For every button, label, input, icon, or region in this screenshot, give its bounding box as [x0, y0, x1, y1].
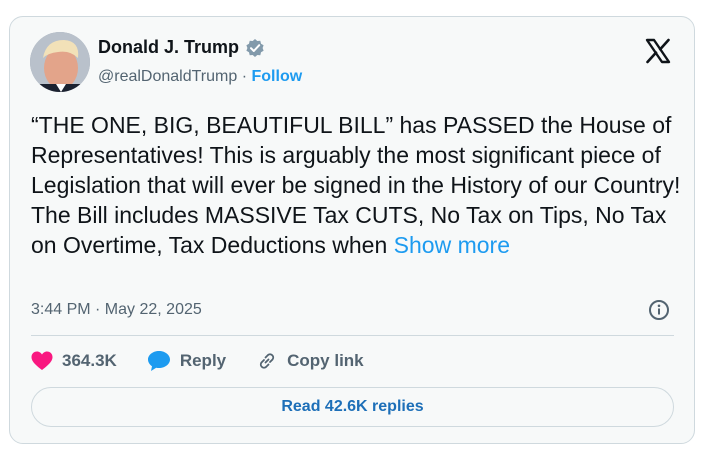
verified-badge-icon — [245, 38, 265, 58]
divider — [31, 335, 674, 336]
info-icon[interactable] — [648, 299, 670, 321]
x-logo-icon[interactable] — [644, 37, 672, 65]
tweet-text: “THE ONE, BIG, BEAUTIFUL BILL” has PASSE… — [31, 110, 681, 260]
author-name[interactable]: Donald J. Trump — [98, 37, 239, 58]
follow-button[interactable]: Follow — [252, 68, 303, 85]
reply-button[interactable]: Reply — [147, 350, 226, 372]
reply-label: Reply — [179, 351, 227, 370]
copy-link-label: Copy link — [287, 351, 364, 370]
author-name-row: Donald J. Trump — [98, 37, 265, 58]
action-bar: 364.3K Reply Copy link — [31, 349, 394, 373]
author-handle-row: @realDonaldTrump · Follow — [98, 68, 302, 86]
author-handle[interactable]: @realDonaldTrump — [98, 68, 237, 85]
reply-bubble-icon — [147, 350, 171, 372]
like-count: 364.3K — [62, 351, 117, 370]
tweet-card: Donald J. Trump @realDonaldTrump · Follo… — [9, 16, 695, 444]
heart-icon — [31, 351, 53, 371]
link-icon — [256, 350, 278, 372]
like-button[interactable]: 364.3K — [31, 351, 117, 371]
tweet-body: “THE ONE, BIG, BEAUTIFUL BILL” has PASSE… — [31, 112, 681, 258]
copy-link-button[interactable]: Copy link — [256, 350, 364, 372]
show-more-link[interactable]: Show more — [394, 232, 510, 258]
handle-separator: · — [241, 68, 248, 85]
tweet-timestamp[interactable]: 3:44 PM · May 22, 2025 — [31, 301, 202, 319]
read-replies-button[interactable]: Read 42.6K replies — [31, 387, 674, 427]
avatar[interactable] — [30, 32, 90, 92]
